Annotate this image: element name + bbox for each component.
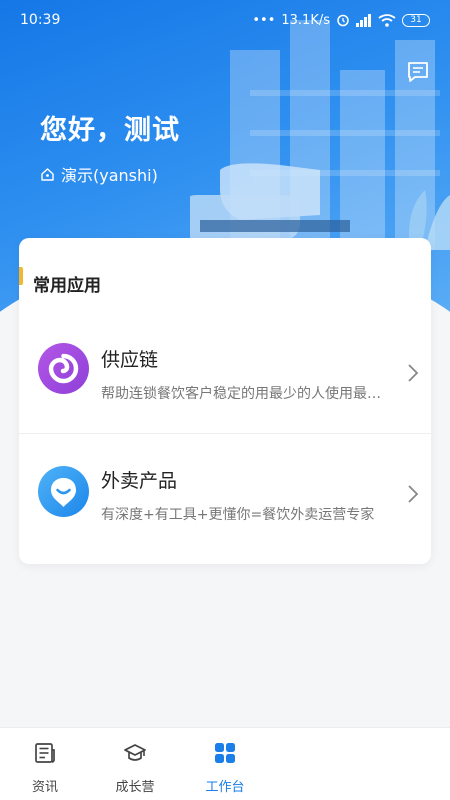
section-accent-bar	[19, 267, 23, 285]
takeout-icon	[38, 466, 89, 517]
app-description: 有深度+有工具+更懂你=餐饮外卖运营专家	[101, 507, 375, 523]
wifi-icon	[378, 13, 396, 27]
status-time: 10:39	[20, 12, 61, 28]
tab-workbench[interactable]: 工作台	[180, 728, 270, 800]
tab-news[interactable]: 资讯	[0, 728, 90, 800]
app-name: 供应链	[101, 349, 159, 371]
network-speed: 13.1K/s	[281, 12, 330, 28]
battery-indicator: 31	[402, 13, 430, 27]
tab-label: 资讯	[31, 780, 58, 795]
chevron-right-icon	[408, 485, 419, 503]
status-bar: 10:39 ••• 13.1K/s 31	[0, 0, 450, 40]
tab-growth-camp[interactable]: 成长营	[90, 728, 180, 800]
app-item-takeout[interactable]: 外卖产品 有深度+有工具+更懂你=餐饮外卖运营专家	[19, 433, 431, 553]
app-item-supply-chain[interactable]: 供应链 帮助连锁餐饮客户稳定的用最少的人使用最少的时间完成供应链管理	[19, 313, 431, 433]
grid-icon	[215, 743, 235, 763]
section-title: 常用应用	[33, 276, 101, 296]
graduation-cap-icon	[124, 744, 146, 761]
organization-name: 演示(yanshi)	[61, 166, 158, 185]
app-description: 帮助连锁餐饮客户稳定的用最少的人使用最少的时间完成供应链管理	[101, 386, 391, 402]
supply-chain-icon	[38, 343, 89, 394]
tab-label: 工作台	[205, 780, 245, 795]
news-icon	[35, 743, 55, 763]
home-icon	[41, 167, 54, 181]
greeting-title: 您好，测试	[40, 115, 180, 146]
bottom-tab-bar: 资讯 成长营 工作台	[0, 727, 450, 800]
cellular-signal-icon	[356, 13, 371, 27]
alarm-icon	[337, 14, 349, 27]
message-icon[interactable]	[406, 60, 430, 84]
apps-card: 常用应用 供应链 帮助连锁餐饮客户稳定的用最少的人使用最少的时间完成供应链管理 …	[19, 238, 431, 564]
tab-label: 成长营	[115, 780, 155, 795]
status-icons: ••• 13.1K/s 31	[252, 13, 430, 28]
app-name: 外卖产品	[101, 470, 178, 492]
organization-selector[interactable]: 演示(yanshi)	[40, 162, 158, 186]
chevron-right-icon	[408, 364, 419, 382]
signal-dots-icon: •••	[252, 12, 276, 28]
